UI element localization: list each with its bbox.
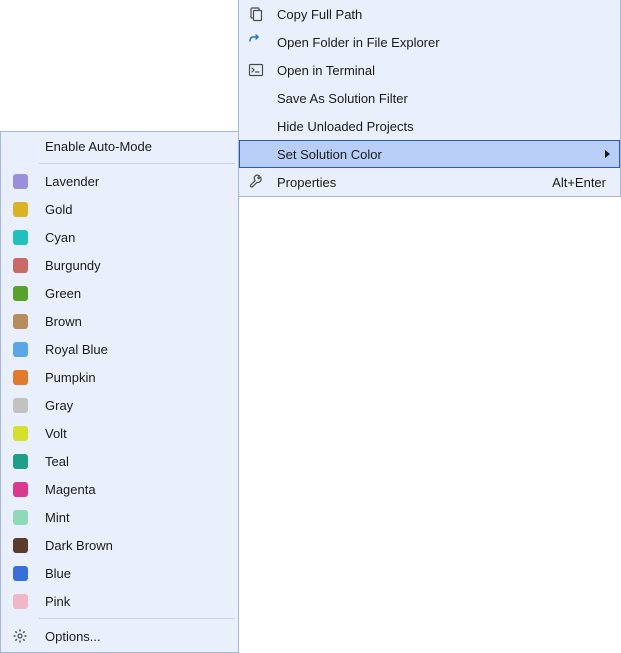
submenu-color-item[interactable]: Blue (1, 559, 238, 587)
submenu-item-label: Blue (39, 566, 238, 581)
color-swatch-icon (1, 426, 39, 441)
color-swatch-icon (1, 510, 39, 525)
submenu-item-label: Green (39, 286, 238, 301)
submenu-color-item[interactable]: Royal Blue (1, 335, 238, 363)
menu-properties[interactable]: Properties Alt+Enter (239, 168, 620, 196)
submenu-item-label: Brown (39, 314, 238, 329)
menu-item-label: Hide Unloaded Projects (273, 119, 620, 134)
menu-item-label: Save As Solution Filter (273, 91, 620, 106)
color-swatch-icon (1, 342, 39, 357)
submenu-color-item[interactable]: Pink (1, 587, 238, 615)
menu-item-label: Set Solution Color (273, 147, 605, 162)
solution-color-submenu: Enable Auto-Mode Lavender Gold Cyan Burgund… (0, 131, 239, 653)
color-swatch-icon (1, 202, 39, 217)
submenu-color-item[interactable]: Gold (1, 195, 238, 223)
submenu-color-item[interactable]: Gray (1, 391, 238, 419)
menu-open-terminal[interactable]: Open in Terminal (239, 56, 620, 84)
separator (39, 618, 235, 619)
color-swatch-icon (1, 258, 39, 273)
copy-path-icon (239, 6, 273, 22)
submenu-options[interactable]: Options... (1, 622, 238, 650)
color-swatch-icon (1, 230, 39, 245)
submenu-color-item[interactable]: Lavender (1, 167, 238, 195)
submenu-color-item[interactable]: Mint (1, 503, 238, 531)
color-swatch-icon (1, 286, 39, 301)
color-swatch-icon (1, 538, 39, 553)
submenu-item-label: Pumpkin (39, 370, 238, 385)
submenu-arrow-icon (605, 150, 620, 158)
menu-item-label: Properties (273, 175, 552, 190)
submenu-color-item[interactable]: Volt (1, 419, 238, 447)
color-swatch-icon (1, 566, 39, 581)
context-menu: Copy Full Path Open Folder in File Explo… (238, 0, 621, 197)
submenu-color-item[interactable]: Burgundy (1, 251, 238, 279)
submenu-color-item[interactable]: Brown (1, 307, 238, 335)
menu-hide-unloaded[interactable]: Hide Unloaded Projects (239, 112, 620, 140)
submenu-item-label: Dark Brown (39, 538, 238, 553)
color-swatch-icon (1, 370, 39, 385)
submenu-color-item[interactable]: Teal (1, 447, 238, 475)
submenu-item-label: Lavender (39, 174, 238, 189)
submenu-item-label: Magenta (39, 482, 238, 497)
gear-icon (1, 628, 39, 644)
open-folder-icon (239, 34, 273, 50)
menu-open-folder[interactable]: Open Folder in File Explorer (239, 28, 620, 56)
menu-item-label: Open in Terminal (273, 63, 620, 78)
menu-save-filter[interactable]: Save As Solution Filter (239, 84, 620, 112)
color-swatch-icon (1, 398, 39, 413)
wrench-icon (239, 174, 273, 190)
submenu-item-label: Burgundy (39, 258, 238, 273)
color-swatch-icon (1, 174, 39, 189)
submenu-color-item[interactable]: Magenta (1, 475, 238, 503)
color-swatch-icon (1, 314, 39, 329)
menu-item-label: Open Folder in File Explorer (273, 35, 620, 50)
submenu-item-label: Cyan (39, 230, 238, 245)
submenu-color-item[interactable]: Pumpkin (1, 363, 238, 391)
submenu-item-label: Pink (39, 594, 238, 609)
menu-item-label: Copy Full Path (273, 7, 620, 22)
submenu-item-label: Royal Blue (39, 342, 238, 357)
color-swatch-icon (1, 594, 39, 609)
submenu-enable-auto-mode[interactable]: Enable Auto-Mode (1, 132, 238, 160)
submenu-color-item[interactable]: Dark Brown (1, 531, 238, 559)
submenu-item-label: Gold (39, 202, 238, 217)
terminal-icon (239, 62, 273, 78)
submenu-item-label: Gray (39, 398, 238, 413)
color-swatch-icon (1, 454, 39, 469)
submenu-item-label: Volt (39, 426, 238, 441)
submenu-color-item[interactable]: Cyan (1, 223, 238, 251)
color-swatch-icon (1, 482, 39, 497)
separator (39, 163, 235, 164)
submenu-item-label: Enable Auto-Mode (39, 139, 238, 154)
submenu-item-label: Mint (39, 510, 238, 525)
submenu-color-item[interactable]: Green (1, 279, 238, 307)
menu-set-solution-color[interactable]: Set Solution Color (239, 140, 620, 168)
menu-item-shortcut: Alt+Enter (552, 175, 620, 190)
menu-copy-full-path[interactable]: Copy Full Path (239, 0, 620, 28)
submenu-item-label: Options... (39, 629, 238, 644)
submenu-item-label: Teal (39, 454, 238, 469)
